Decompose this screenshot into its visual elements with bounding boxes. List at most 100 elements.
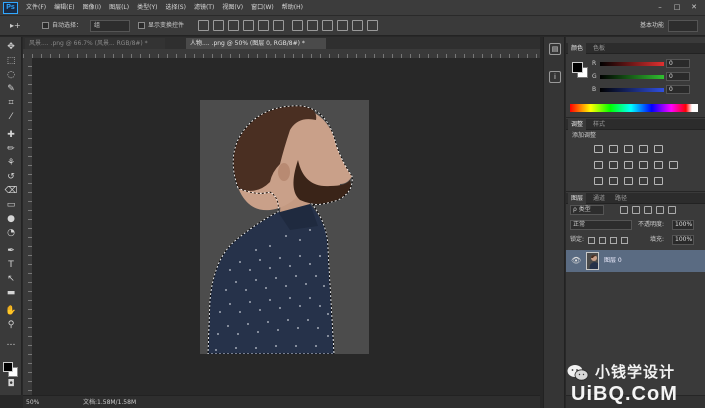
distribute-left-icon[interactable] (337, 20, 348, 31)
green-slider[interactable] (600, 75, 664, 79)
tab-paths[interactable]: 路径 (612, 193, 630, 204)
history-panel-icon[interactable]: ▤ (549, 43, 561, 55)
document-size[interactable]: 文档:1.58M/1.58M (83, 397, 136, 408)
zoom-tool-icon[interactable]: ⚲ (4, 319, 18, 331)
move-tool-icon[interactable]: ✥ (4, 41, 18, 53)
curves-icon[interactable] (624, 145, 633, 153)
type-tool-icon[interactable]: T (4, 259, 18, 271)
photo-filter-icon[interactable] (639, 161, 648, 169)
hue-saturation-icon[interactable] (594, 161, 603, 169)
menu-help[interactable]: 帮助(H) (282, 0, 303, 16)
distribute-hcenter-icon[interactable] (352, 20, 363, 31)
tab-landscape[interactable]: 风景.... .png @ 66.7% (风景... RGB/8#) * (25, 38, 165, 49)
foreground-color-swatch[interactable] (3, 362, 13, 372)
layer-filter-dropdown[interactable]: ρ 类型 (570, 205, 604, 215)
channel-mixer-icon[interactable] (654, 161, 663, 169)
tab-styles[interactable]: 样式 (590, 119, 608, 130)
color-lookup-icon[interactable] (669, 161, 678, 169)
filter-smart-icon[interactable] (668, 206, 676, 214)
hand-tool-icon[interactable]: ✋ (4, 305, 18, 317)
minimize-button[interactable]: – (653, 2, 667, 13)
invert-icon[interactable] (594, 177, 603, 185)
tab-adjustments[interactable]: 调整 (568, 119, 587, 130)
blue-value[interactable]: 0 (666, 85, 690, 94)
distribute-top-icon[interactable] (292, 20, 303, 31)
gradient-map-icon[interactable] (639, 177, 648, 185)
align-hcenter-icon[interactable] (258, 20, 269, 31)
eyedropper-tool-icon[interactable]: ⁄ (4, 111, 18, 123)
lock-pixels-icon[interactable] (599, 237, 606, 244)
gradient-tool-icon[interactable]: ▭ (4, 199, 18, 211)
properties-panel-icon[interactable]: ⅰ (549, 71, 561, 83)
layer-name[interactable]: 图层 0 (604, 256, 622, 266)
opacity-field[interactable]: 100% (672, 220, 694, 230)
menu-file[interactable]: 文件(F) (26, 0, 46, 16)
filter-adjustment-icon[interactable] (632, 206, 640, 214)
canvas-area[interactable] (32, 58, 540, 395)
color-spectrum-ramp[interactable] (570, 104, 692, 112)
auto-select-checkbox[interactable] (42, 22, 49, 29)
lock-position-icon[interactable] (610, 237, 617, 244)
edit-mode-icon[interactable]: … (4, 337, 18, 349)
close-button[interactable]: ✕ (687, 2, 701, 13)
distribute-right-icon[interactable] (367, 20, 378, 31)
healing-brush-tool-icon[interactable]: ✚ (4, 129, 18, 141)
tab-swatches[interactable]: 色板 (590, 43, 608, 54)
lock-transparent-icon[interactable] (588, 237, 595, 244)
quick-mask-icon[interactable]: ◘ (4, 378, 18, 390)
posterize-icon[interactable] (609, 177, 618, 185)
tab-layers[interactable]: 图层 (568, 193, 587, 204)
pen-tool-icon[interactable]: ✒ (4, 245, 18, 257)
crop-tool-icon[interactable]: ⌗ (4, 97, 18, 109)
visibility-eye-icon[interactable]: 👁 (571, 256, 581, 266)
green-value[interactable]: 0 (666, 72, 690, 81)
eraser-tool-icon[interactable]: ⌫ (4, 185, 18, 197)
tab-color[interactable]: 颜色 (568, 43, 587, 54)
menu-edit[interactable]: 编辑(E) (54, 0, 74, 16)
menu-select[interactable]: 选择(S) (165, 0, 186, 16)
distribute-bottom-icon[interactable] (322, 20, 333, 31)
filter-type-icon[interactable] (644, 206, 652, 214)
zoom-level[interactable]: 50% (26, 397, 39, 408)
tab-channels[interactable]: 通道 (590, 193, 608, 204)
workspace-dropdown[interactable] (668, 20, 698, 32)
auto-select-dropdown[interactable]: 组 (90, 20, 130, 32)
spectrum-white-swatch[interactable] (692, 104, 698, 112)
fill-field[interactable]: 100% (672, 235, 694, 245)
blend-mode-dropdown[interactable]: 正常 (570, 220, 632, 230)
maximize-button[interactable]: □ (670, 2, 684, 13)
move-tool-preset-icon[interactable]: ▸+ (10, 20, 34, 32)
color-balance-icon[interactable] (609, 161, 618, 169)
levels-icon[interactable] (609, 145, 618, 153)
menu-type[interactable]: 类型(Y) (137, 0, 157, 16)
dodge-tool-icon[interactable]: ◔ (4, 227, 18, 239)
menu-filter[interactable]: 滤镜(T) (194, 0, 214, 16)
menu-window[interactable]: 窗口(W) (251, 0, 274, 16)
red-value[interactable]: 0 (666, 59, 690, 68)
brush-tool-icon[interactable]: ✏ (4, 143, 18, 155)
align-left-icon[interactable] (243, 20, 254, 31)
blue-slider[interactable] (600, 88, 664, 92)
align-top-icon[interactable] (198, 20, 209, 31)
align-bottom-icon[interactable] (228, 20, 239, 31)
blur-tool-icon[interactable]: ● (4, 213, 18, 225)
shape-tool-icon[interactable]: ▬ (4, 287, 18, 299)
brightness-icon[interactable] (594, 145, 603, 153)
distribute-vcenter-icon[interactable] (307, 20, 318, 31)
document-canvas[interactable] (200, 100, 369, 354)
marquee-tool-icon[interactable]: ⬚ (4, 55, 18, 67)
menu-image[interactable]: 图像(I) (83, 0, 101, 16)
selective-color-icon[interactable] (654, 177, 663, 185)
lock-all-icon[interactable] (621, 237, 628, 244)
clone-stamp-tool-icon[interactable]: ⚘ (4, 157, 18, 169)
filter-shape-icon[interactable] (656, 206, 664, 214)
align-vcenter-icon[interactable] (213, 20, 224, 31)
exposure-icon[interactable] (639, 145, 648, 153)
tab-portrait[interactable]: 人物.... .png @ 50% (图层 0, RGB/8#) * (186, 38, 326, 49)
menu-layer[interactable]: 图层(L) (109, 0, 129, 16)
filter-pixel-icon[interactable] (620, 206, 628, 214)
lasso-tool-icon[interactable]: ◌ (4, 69, 18, 81)
vibrance-icon[interactable] (654, 145, 663, 153)
history-brush-tool-icon[interactable]: ↺ (4, 171, 18, 183)
color-foreground-swatch[interactable] (572, 62, 583, 73)
